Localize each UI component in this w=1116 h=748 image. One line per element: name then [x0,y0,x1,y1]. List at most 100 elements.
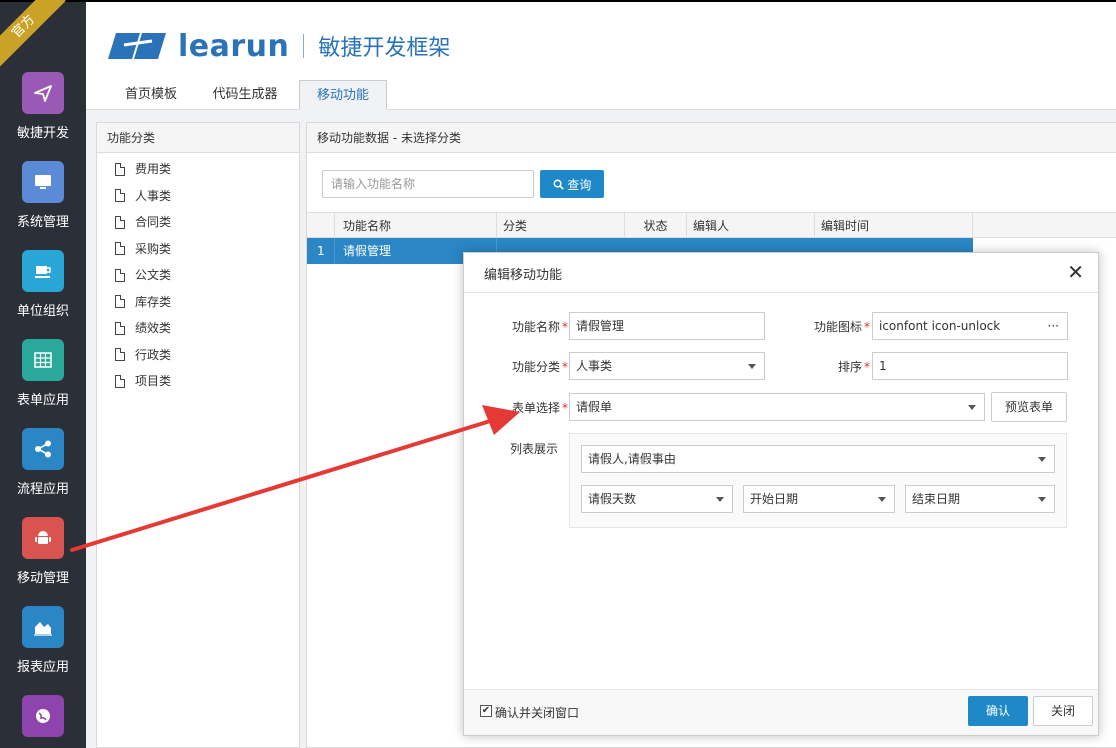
chevron-down-icon [748,364,756,369]
category-panel: 功能分类 费用类 人事类 合同类 采购类 公文类 库存类 绩效类 行政类 项目类 [96,122,300,748]
list-col1-select[interactable]: 请假天数 [581,485,733,513]
globe-icon [22,695,64,737]
search-bar: 查询 [322,170,604,200]
more-icon[interactable]: ··· [1048,313,1059,339]
sidebar-item-label: 移动管理 [16,571,69,586]
file-icon [115,242,125,256]
chevron-down-icon [716,497,724,502]
file-icon [115,374,125,388]
dialog-footer: ✔ 确认并关闭窗口 确认 关闭 [464,689,1098,735]
logo: learun 敏捷开发框架 [106,24,450,68]
coffee-icon [22,250,64,292]
grid-header-index [307,213,335,237]
close-after-confirm-checkbox[interactable]: ✔ [480,705,492,717]
row-index: 1 [307,238,335,264]
sort-field[interactable]: 1 [872,352,1068,380]
close-button[interactable]: 关闭 [1033,696,1093,726]
list-col2-select[interactable]: 开始日期 [743,485,895,513]
sidebar-item-label: 流程应用 [16,482,69,497]
form-label: 表单选择 * [511,401,568,415]
tree-item[interactable]: 库存类 [97,289,299,316]
table-icon [22,339,64,381]
search-input[interactable] [322,170,534,198]
module-tabs: 首页模板 代码生成器 移动功能 [86,78,1116,110]
learun-logo-icon [106,31,170,61]
name-label: 功能名称 * [511,320,568,334]
paper-plane-icon [22,72,64,114]
close-icon[interactable]: ✕ [1067,261,1084,283]
tree-item[interactable]: 行政类 [97,342,299,369]
preview-form-button[interactable]: 预览表单 [991,392,1067,422]
category-label: 功能分类 * [511,360,568,374]
area-chart-icon [22,606,64,648]
list-display-box: 请假人,请假事由 请假天数 开始日期 结束日期 [569,433,1067,528]
android-icon [22,517,64,559]
brand-subtitle: 敏捷开发框架 [318,36,451,61]
sidebar-item-agile-dev[interactable]: 敏捷开发 [0,72,86,141]
sort-label: 排序 * [837,360,870,374]
grid-header-cell[interactable]: 状态 [625,213,687,237]
sidebar-item-global[interactable] [0,695,86,737]
tab-home-template[interactable]: 首页模板 [110,80,192,110]
category-panel-title: 功能分类 [97,123,299,153]
function-name-field[interactable]: 请假管理 [569,312,765,340]
sidebar: 官方 敏捷开发 系统管理 单位组织 表单应用 流程应用 移动管理 报表应用 [0,0,86,748]
file-icon [115,321,125,335]
sidebar-item-mobile[interactable]: 移动管理 [0,517,86,586]
sidebar-item-organization[interactable]: 单位组织 [0,250,86,319]
search-button[interactable]: 查询 [540,170,604,198]
list-display-label: 列表展示 [509,442,558,456]
tab-mobile-functions[interactable]: 移动功能 [299,80,387,110]
file-icon [115,162,125,176]
tree-item[interactable]: 绩效类 [97,315,299,342]
tree-item[interactable]: 人事类 [97,183,299,210]
tree-item[interactable]: 采购类 [97,236,299,263]
grid-header-cell[interactable]: 功能名称 [335,213,497,237]
checkbox-label: 确认并关闭窗口 [495,706,580,720]
chevron-down-icon [968,405,976,410]
header: learun 敏捷开发框架 [86,2,1116,80]
file-icon [115,295,125,309]
function-category-select[interactable]: 人事类 [569,352,765,380]
function-data-title: 移动功能数据 - 未选择分类 [307,123,1116,153]
tree-item[interactable]: 费用类 [97,156,299,183]
share-icon [22,428,64,470]
file-icon [115,268,125,282]
grid-header-cell[interactable]: 分类 [497,213,625,237]
sidebar-item-workflow[interactable]: 流程应用 [0,428,86,497]
sidebar-item-forms[interactable]: 表单应用 [0,339,86,408]
dialog-title: 编辑移动功能 [484,268,563,283]
icon-label: 功能图标 * [813,320,870,334]
dialog-header: 编辑移动功能 ✕ [464,253,1098,293]
chevron-down-icon [1038,497,1046,502]
grid-header: 功能名称 分类 状态 编辑人 编辑时间 [307,212,1116,238]
sidebar-item-reports[interactable]: 报表应用 [0,606,86,675]
brand-name: learun [178,28,290,64]
list-col3-select[interactable]: 结束日期 [905,485,1055,513]
sidebar-item-label: 系统管理 [16,215,69,230]
tree-item[interactable]: 项目类 [97,368,299,395]
official-ribbon: 官方 [0,0,66,69]
sidebar-item-label: 表单应用 [16,393,69,408]
grid-header-cell[interactable]: 编辑人 [687,213,815,237]
sidebar-item-label: 单位组织 [16,304,69,319]
file-icon [115,348,125,362]
function-icon-field[interactable]: iconfont icon-unlock ··· [872,312,1068,340]
search-icon [553,179,564,190]
logo-divider [303,34,305,58]
sidebar-item-system[interactable]: 系统管理 [0,161,86,230]
form-select[interactable]: 请假单 [569,393,985,421]
chevron-down-icon [878,497,886,502]
tab-code-generator[interactable]: 代码生成器 [198,80,292,110]
monitor-icon [22,161,64,203]
file-icon [115,215,125,229]
tree-item[interactable]: 合同类 [97,209,299,236]
edit-mobile-function-dialog: 编辑移动功能 ✕ 功能名称 * 请假管理 功能图标 * iconfont icon-… [463,252,1099,736]
chevron-down-icon [1038,457,1046,462]
tree-item[interactable]: 公文类 [97,262,299,289]
sidebar-item-label: 敏捷开发 [16,126,69,141]
grid-header-cell[interactable]: 编辑时间 [815,213,973,237]
sidebar-item-label: 报表应用 [16,660,69,675]
confirm-button[interactable]: 确认 [968,696,1028,726]
list-columns-select[interactable]: 请假人,请假事由 [581,445,1055,473]
